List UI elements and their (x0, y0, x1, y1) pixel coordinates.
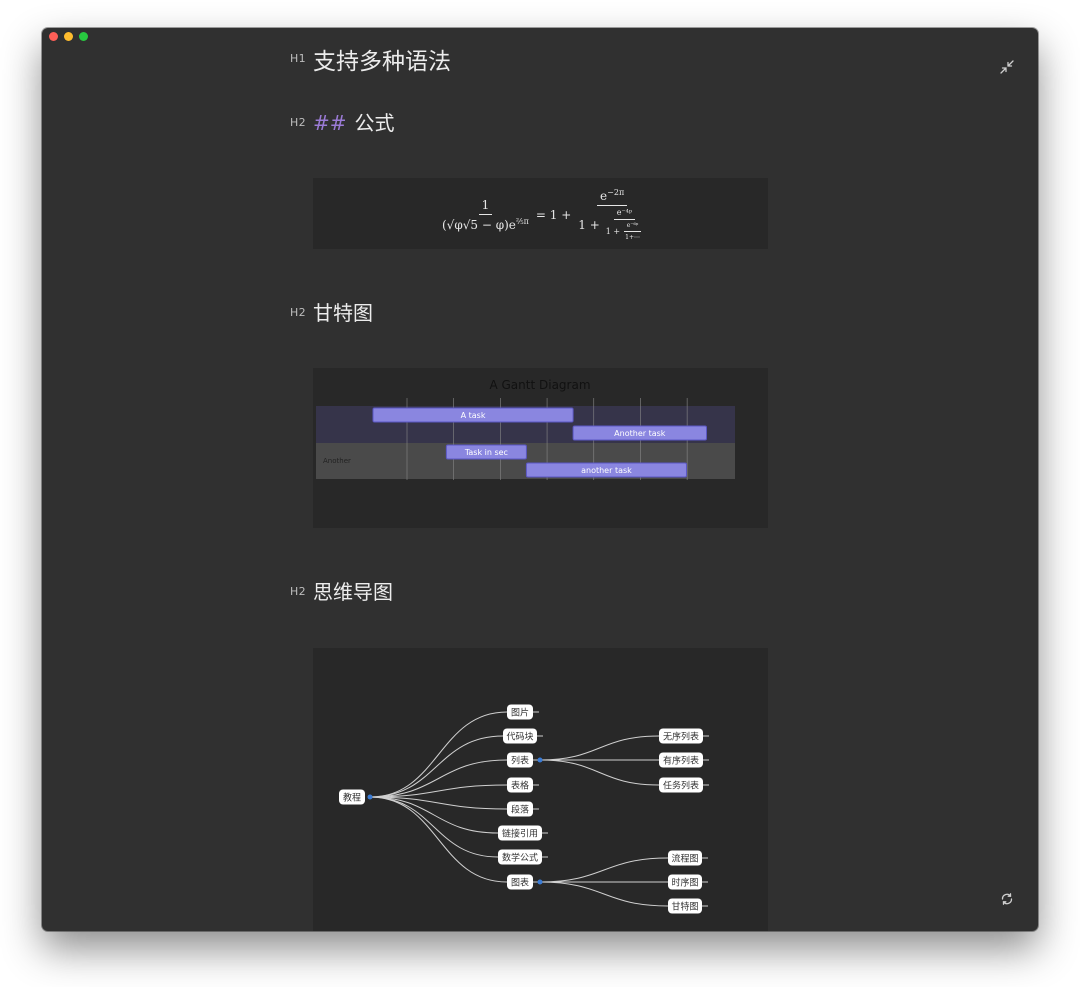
math-block[interactable]: 1 (√φ√5 − φ)e⅖π = 1 + e−2π 1 + e⁻⁴ᵖ 1 + … (313, 178, 768, 249)
window-controls (49, 32, 88, 41)
lhs-den-text: (√φ√5 − φ)e (442, 217, 516, 232)
close-window-button[interactable] (49, 32, 58, 41)
rhs-den-text: 1 + (578, 217, 600, 232)
page-title[interactable]: 支持多种语法 (313, 42, 451, 76)
mindmap-block[interactable]: 图片代码块列表表格段落链接引用数学公式图表 教程 无序列表有序列表任务列表流程图时序… (313, 648, 768, 931)
h2-tag-formula: H2 (290, 116, 306, 129)
gantt-block[interactable]: A Gantt Diagram Another A task Another ta… (313, 368, 768, 528)
mindmap-node-label: 代码块 (506, 731, 533, 743)
mindmap-leaf-label: 甘特图 (671, 901, 698, 913)
deep-den: 1+⋯ (625, 234, 640, 241)
mindmap-link (539, 881, 669, 907)
mindmap-list-dot (537, 757, 543, 763)
nested-den-text: 1 + (605, 227, 621, 236)
mindmap-leaf-label: 流程图 (671, 853, 698, 865)
gantt-task-label: another task (581, 466, 632, 475)
mindmap-leaf-label: 任务列表 (663, 780, 699, 792)
mindmap-link (369, 735, 504, 798)
mindmap-node-label: 图表 (511, 877, 529, 889)
gantt-title: A Gantt Diagram (489, 378, 590, 392)
mindmap-diagram: 图片代码块列表表格段落链接引用数学公式图表 教程 无序列表有序列表任务列表流程图时序… (339, 704, 709, 914)
mindmap-node-label: 数学公式 (502, 852, 538, 864)
lhs-den-exp: ⅖π (515, 216, 529, 226)
mindmap-link (539, 735, 660, 761)
heading-mindmap[interactable]: 思维导图 (313, 576, 393, 605)
heading-formula-text: 公式 (354, 111, 395, 135)
sync-icon[interactable] (999, 891, 1015, 907)
mindmap-link (369, 796, 499, 858)
mindmap-root-dot (367, 794, 373, 800)
equals-part: = 1 + (535, 207, 572, 222)
nested-den: 1 + e⁻⁶ᵖ 1+⋯ (603, 220, 646, 241)
mindmap-link (539, 857, 669, 883)
rhs-numerator: e−2π (597, 188, 628, 206)
mindmap-chart-dot (537, 879, 543, 885)
gantt-task-label: A task (461, 411, 486, 420)
gantt-task-label: Task in sec (464, 448, 508, 457)
mindmap-link (539, 759, 660, 786)
mindmap-link (369, 711, 508, 798)
deep-fraction: e⁻⁶ᵖ 1+⋯ (622, 222, 643, 241)
maximize-window-button[interactable] (79, 32, 88, 41)
rhs-num-exp: −2π (607, 188, 625, 197)
minimize-window-button[interactable] (64, 32, 73, 41)
mindmap-node-label: 列表 (511, 755, 529, 767)
nested-fraction: e⁻⁴ᵖ 1 + e⁻⁶ᵖ 1+⋯ (603, 208, 646, 241)
lhs-fraction: 1 (√φ√5 − φ)e⅖π (439, 198, 532, 232)
mindmap-leaf-label: 有序列表 (663, 755, 699, 767)
gantt-task-label: Another task (614, 429, 666, 438)
lhs-numerator: 1 (478, 198, 493, 215)
lhs-denominator: (√φ√5 − φ)e⅖π (439, 215, 532, 232)
h2-tag-mindmap: H2 (290, 585, 306, 598)
heading-formula[interactable]: ## 公式 (313, 107, 395, 136)
markdown-hash: ## (313, 111, 347, 135)
app-window: H1 支持多种语法 H2 ## 公式 1 (√φ√5 − φ)e⅖π = 1 + … (42, 28, 1038, 931)
mindmap-leaf-label: 时序图 (671, 877, 698, 889)
deep-num: e⁻⁶ᵖ (623, 222, 642, 232)
heading-gantt[interactable]: 甘特图 (313, 297, 373, 326)
mindmap-node-label: 链接引用 (502, 828, 538, 840)
rhs-denominator: 1 + e⁻⁴ᵖ 1 + e⁻⁶ᵖ 1+⋯ (575, 206, 649, 241)
mindmap-node-label: 图片 (511, 707, 529, 719)
mindmap-root-label: 教程 (343, 792, 361, 804)
math-formula: 1 (√φ√5 − φ)e⅖π = 1 + e−2π 1 + e⁻⁴ᵖ 1 + … (439, 188, 649, 241)
mindmap-node-label: 段落 (511, 804, 529, 816)
mindmap-leaf-label: 无序列表 (663, 731, 699, 743)
h2-tag-gantt: H2 (290, 306, 306, 319)
mindmap-link (369, 796, 508, 883)
gantt-section-label: Another (323, 457, 351, 465)
shrink-icon[interactable] (998, 58, 1016, 76)
rhs-fraction: e−2π 1 + e⁻⁴ᵖ 1 + e⁻⁶ᵖ 1+⋯ (575, 188, 649, 241)
gantt-chart: A Gantt Diagram Another A task Another ta… (316, 378, 735, 480)
nested-num: e⁻⁴ᵖ (613, 208, 636, 220)
mindmap-node-label: 表格 (511, 780, 529, 792)
h1-tag: H1 (290, 52, 306, 65)
